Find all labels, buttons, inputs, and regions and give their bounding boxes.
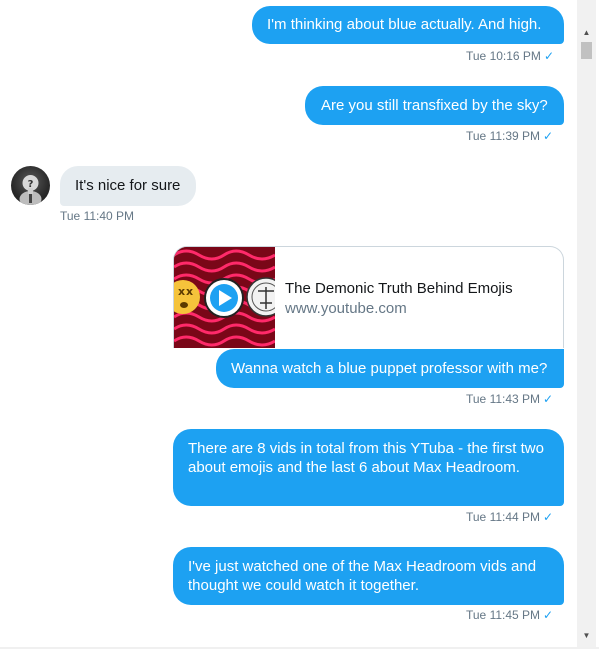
checkmark-icon: ✓ bbox=[543, 49, 554, 63]
svg-text:x: x bbox=[186, 285, 193, 298]
scrollbar-thumb[interactable] bbox=[581, 42, 592, 59]
avatar-image: ? bbox=[19, 175, 42, 205]
message-timestamp: Tue 10:16 PM ✓ bbox=[466, 49, 554, 63]
timestamp-text: Tue 11:44 PM bbox=[466, 510, 541, 524]
timestamp-text: Tue 11:40 PM bbox=[60, 209, 135, 223]
timestamp-text: Tue 11:43 PM bbox=[466, 392, 541, 406]
message-timestamp: Tue 11:40 PM bbox=[60, 209, 134, 223]
checkmark-icon: ✓ bbox=[543, 392, 554, 406]
dm-conversation: I'm thinking about blue actually. And hi… bbox=[0, 0, 599, 649]
link-card-title[interactable]: The Demonic Truth Behind Emojis bbox=[285, 280, 513, 297]
checkmark-icon: ✓ bbox=[543, 608, 554, 622]
svg-text:x: x bbox=[178, 285, 185, 298]
link-preview-card[interactable]: x x The Demonic Truth Behind Emojis www.… bbox=[173, 246, 564, 348]
timestamp-text: Tue 11:45 PM bbox=[466, 608, 541, 622]
video-thumbnail[interactable]: x x bbox=[174, 247, 275, 348]
message-bubble-outgoing[interactable]: There are 8 vids in total from this YTub… bbox=[173, 429, 564, 506]
message-bubble-outgoing[interactable]: Wanna watch a blue puppet professor with… bbox=[216, 349, 564, 388]
message-timestamp: Tue 11:43 PM ✓ bbox=[466, 392, 553, 406]
checkmark-icon: ✓ bbox=[543, 129, 554, 143]
svg-text:?: ? bbox=[28, 179, 34, 190]
message-bubble-outgoing[interactable]: I've just watched one of the Max Headroo… bbox=[173, 547, 564, 605]
scroll-down-arrow-icon[interactable]: ▼ bbox=[577, 629, 596, 643]
scroll-up-arrow-icon[interactable]: ▲ bbox=[577, 26, 596, 40]
checkmark-icon: ✓ bbox=[543, 510, 554, 524]
message-bubble-incoming[interactable]: It's nice for sure bbox=[60, 166, 196, 206]
vertical-scrollbar[interactable]: ▲ ▼ bbox=[577, 0, 596, 647]
message-timestamp: Tue 11:44 PM ✓ bbox=[466, 510, 553, 524]
message-bubble-outgoing[interactable]: Are you still transfixed by the sky? bbox=[305, 86, 564, 125]
thumbnail-image: x x bbox=[174, 247, 275, 348]
avatar[interactable]: ? bbox=[11, 166, 50, 205]
timestamp-text: Tue 10:16 PM bbox=[466, 49, 541, 63]
message-bubble-outgoing[interactable]: I'm thinking about blue actually. And hi… bbox=[252, 6, 564, 44]
timestamp-text: Tue 11:39 PM bbox=[466, 129, 541, 143]
message-timestamp: Tue 11:45 PM ✓ bbox=[466, 608, 553, 622]
message-timestamp: Tue 11:39 PM ✓ bbox=[466, 129, 553, 143]
link-card-domain[interactable]: www.youtube.com bbox=[285, 300, 407, 317]
